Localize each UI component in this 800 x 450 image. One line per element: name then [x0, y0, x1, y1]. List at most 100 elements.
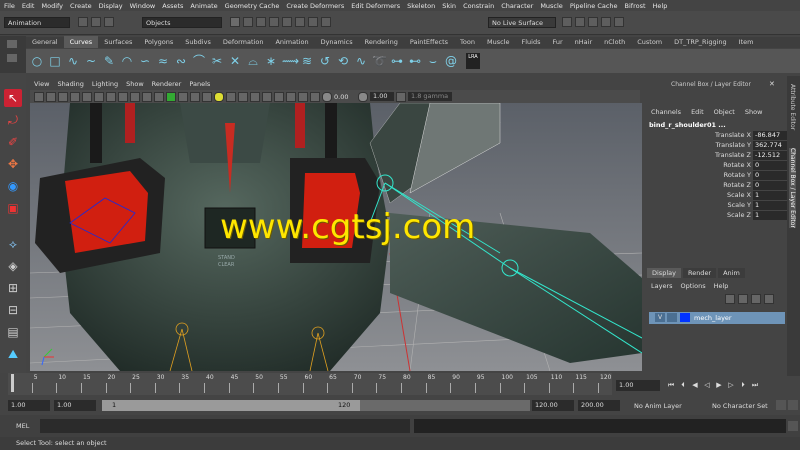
- shelf-tab-toon[interactable]: Toon: [454, 36, 481, 48]
- menu-display[interactable]: Display: [99, 2, 123, 10]
- menu-skeleton[interactable]: Skeleton: [407, 2, 435, 10]
- joint-tool-icon[interactable]: ⟡: [4, 235, 22, 253]
- render-settings-icon[interactable]: [321, 17, 331, 27]
- arc-icon[interactable]: ◠: [120, 54, 134, 68]
- show-menu[interactable]: Show: [745, 108, 763, 116]
- cv-curve-icon[interactable]: ∿: [66, 54, 80, 68]
- layer-row[interactable]: V mech_layer: [649, 312, 785, 324]
- open-scene-icon[interactable]: [91, 17, 101, 27]
- lasso-tool-icon[interactable]: ⤾: [4, 111, 22, 129]
- camera-attributes-icon[interactable]: [46, 91, 56, 102]
- lock-length-icon[interactable]: ⊶: [390, 54, 404, 68]
- edit-menu[interactable]: Edit: [691, 108, 704, 116]
- move-layer-down-icon[interactable]: [738, 294, 748, 304]
- channel-label[interactable]: Rotate X: [645, 161, 753, 169]
- scale-tool-icon[interactable]: ▣: [4, 199, 22, 217]
- view-transform-field[interactable]: 1.8 gamma: [408, 92, 452, 101]
- play-forwards-icon[interactable]: ▶: [714, 380, 724, 390]
- bend-curve-icon[interactable]: ⌣: [426, 54, 440, 68]
- channel-row[interactable]: Scale Z1: [645, 210, 787, 220]
- animation-start-field[interactable]: 1.00: [8, 400, 50, 411]
- safe-title-icon[interactable]: [154, 91, 164, 102]
- safe-action-icon[interactable]: [142, 91, 152, 102]
- ipr-icon[interactable]: [308, 17, 318, 27]
- anim-tab[interactable]: Anim: [718, 268, 745, 278]
- options-menu[interactable]: Options: [681, 282, 706, 290]
- menu-skin[interactable]: Skin: [442, 2, 456, 10]
- menu-bifrost[interactable]: Bifrost: [625, 2, 646, 10]
- live-surface-field[interactable]: No Live Surface: [488, 17, 556, 28]
- shelf-tab-subdivs[interactable]: Subdivs: [179, 36, 217, 48]
- playback-start-field[interactable]: 1.00: [54, 400, 96, 411]
- channel-row[interactable]: Rotate X0: [645, 160, 787, 170]
- mode-dropdown[interactable]: Animation: [4, 17, 70, 28]
- help-menu[interactable]: Help: [714, 282, 729, 290]
- film-gate-icon[interactable]: [94, 91, 104, 102]
- new-layer-icon[interactable]: [751, 294, 761, 304]
- shelf-tab-general[interactable]: General: [26, 36, 64, 48]
- channel-label[interactable]: Translate X: [645, 131, 753, 139]
- curve-fillet-icon[interactable]: ⌓: [246, 54, 260, 68]
- panel-menu-renderer[interactable]: Renderer: [152, 80, 182, 90]
- shelf-settings-icon[interactable]: [7, 54, 17, 62]
- paint-select-tool-icon[interactable]: ✐: [4, 133, 22, 151]
- shelf-tab-ncloth[interactable]: nCloth: [598, 36, 631, 48]
- attribute-editor-icon[interactable]: [588, 17, 598, 27]
- bookmark-icon[interactable]: [58, 91, 68, 102]
- select-tool-icon[interactable]: ↖: [4, 89, 22, 107]
- channel-box-tab[interactable]: Channel Box / Layer Editor: [789, 148, 796, 228]
- shelf-tab-curves[interactable]: Curves: [63, 36, 99, 48]
- xray-icon[interactable]: [286, 91, 296, 102]
- move-tool-icon[interactable]: ✥: [4, 155, 22, 173]
- shelf-tab-rendering[interactable]: Rendering: [359, 36, 404, 48]
- snap-curve-icon[interactable]: [243, 17, 253, 27]
- open-close-curves-icon[interactable]: ⌒: [192, 54, 206, 68]
- grid-toggle-icon[interactable]: [82, 91, 92, 102]
- menu-constrain[interactable]: Constrain: [463, 2, 494, 10]
- menu-modify[interactable]: Modify: [41, 2, 63, 10]
- insert-knot-icon[interactable]: ∗: [264, 54, 278, 68]
- menu-file[interactable]: File: [4, 2, 15, 10]
- time-slider[interactable]: 5 10 15 20 25 30 35 40 45 50 55 60 65 70 75 80 85 90 95 100…: [8, 373, 612, 395]
- gate-mask-icon[interactable]: [118, 91, 128, 102]
- gamma-value-field[interactable]: 1.00: [370, 92, 394, 101]
- shelf-tab-animation[interactable]: Animation: [269, 36, 314, 48]
- attach-curves-icon[interactable]: ∽: [138, 54, 152, 68]
- shelf-tab-item[interactable]: Item: [733, 36, 760, 48]
- layout-four-icon[interactable]: ⊞: [4, 279, 22, 297]
- channel-value[interactable]: 0: [753, 170, 787, 180]
- layer-color-swatch[interactable]: [680, 313, 690, 322]
- snap-plane-icon[interactable]: [269, 17, 279, 27]
- panel-menu-show[interactable]: Show: [126, 80, 144, 90]
- tool-settings-icon[interactable]: [601, 17, 611, 27]
- pencil-curve-icon[interactable]: ✎: [102, 54, 116, 68]
- screen-ao-icon[interactable]: [238, 91, 248, 102]
- nurbs-square-icon[interactable]: □: [48, 54, 62, 68]
- step-forward-icon[interactable]: ⏵: [738, 380, 748, 390]
- smooth-curve-icon[interactable]: ∿: [354, 54, 368, 68]
- play-backwards-icon[interactable]: ◁: [702, 380, 712, 390]
- curl-curve-icon[interactable]: @: [444, 54, 458, 68]
- exposure-icon[interactable]: [322, 91, 332, 102]
- ep-curve-icon[interactable]: ~: [84, 54, 98, 68]
- channel-label[interactable]: Scale Z: [645, 211, 753, 219]
- menu-help[interactable]: Help: [653, 2, 668, 10]
- step-forward-key-icon[interactable]: ▷: [726, 380, 736, 390]
- new-layer-selected-icon[interactable]: [764, 294, 774, 304]
- xray-components-icon[interactable]: [310, 91, 320, 102]
- wireframe-on-shaded-icon[interactable]: [190, 91, 200, 102]
- use-all-lights-icon[interactable]: [214, 91, 224, 102]
- menu-geometry-cache[interactable]: Geometry Cache: [225, 2, 280, 10]
- go-to-end-icon[interactable]: ⏭: [750, 380, 760, 390]
- close-icon[interactable]: ✕: [769, 80, 775, 88]
- shelf-tab-custom[interactable]: Custom: [631, 36, 668, 48]
- panel-menu-panels[interactable]: Panels: [189, 80, 210, 90]
- lra-button[interactable]: LRA: [466, 53, 480, 69]
- panel-menu-view[interactable]: View: [34, 80, 49, 90]
- shelf-tab-fluids[interactable]: Fluids: [515, 36, 546, 48]
- character-set-label[interactable]: No Character Set: [712, 402, 768, 410]
- channel-row[interactable]: Translate X -86.847: [645, 130, 787, 140]
- layers-menu[interactable]: Layers: [651, 282, 673, 290]
- anim-layer-label[interactable]: No Anim Layer: [634, 402, 682, 410]
- history-icon[interactable]: [282, 17, 292, 27]
